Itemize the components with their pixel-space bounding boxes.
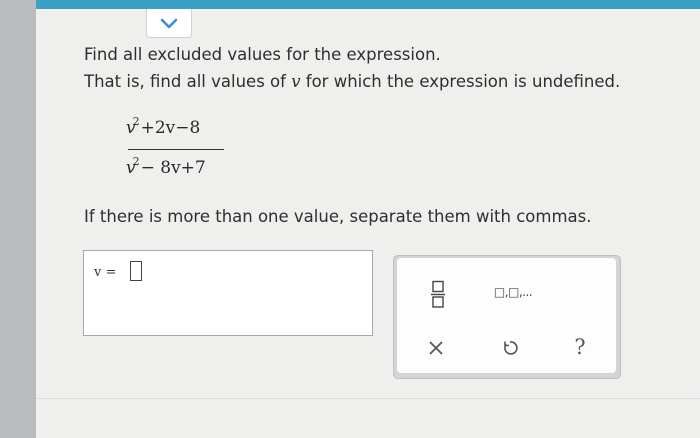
answer-label: v = [94,265,117,280]
fraction-button[interactable] [428,278,448,310]
instruction-text: If there is more than one value, separat… [84,207,592,226]
question-line-1: Find all excluded values for the express… [84,45,441,64]
denominator: v2− 8v+7 [126,155,206,178]
denominator-exponent: 2 [132,155,140,168]
numerator-rest: +2v−8 [140,118,201,138]
collapse-tab[interactable] [146,9,192,38]
question-line-2: That is, find all values of v for which … [84,72,620,91]
help-button[interactable]: ? [569,334,591,360]
list-button[interactable]: □,□,... [483,282,543,302]
denominator-rest: − 8v+7 [140,158,206,178]
answer-slot[interactable] [130,261,142,281]
header-bar [36,0,700,9]
close-icon [429,341,443,355]
fraction-bar [128,149,224,150]
numerator: v2+2v−8 [126,115,201,138]
divider [36,398,700,399]
variable-v: v [291,72,301,91]
list-icon: □,□,... [493,285,533,299]
chevron-down-icon [160,18,178,28]
clear-button[interactable] [425,337,447,359]
undo-button[interactable] [499,337,521,359]
math-toolbar: □,□,... ? [393,255,621,379]
left-gutter [0,0,36,438]
math-toolbar-inner: □,□,... ? [397,258,616,373]
answer-input-box[interactable]: v = [83,250,373,336]
help-icon: ? [574,335,586,359]
undo-icon [504,341,518,355]
question-text-post: for which the expression is undefined. [300,72,621,91]
question-text-pre: That is, find all values of [84,72,292,91]
numerator-exponent: 2 [132,115,140,128]
fraction-icon [431,280,445,308]
